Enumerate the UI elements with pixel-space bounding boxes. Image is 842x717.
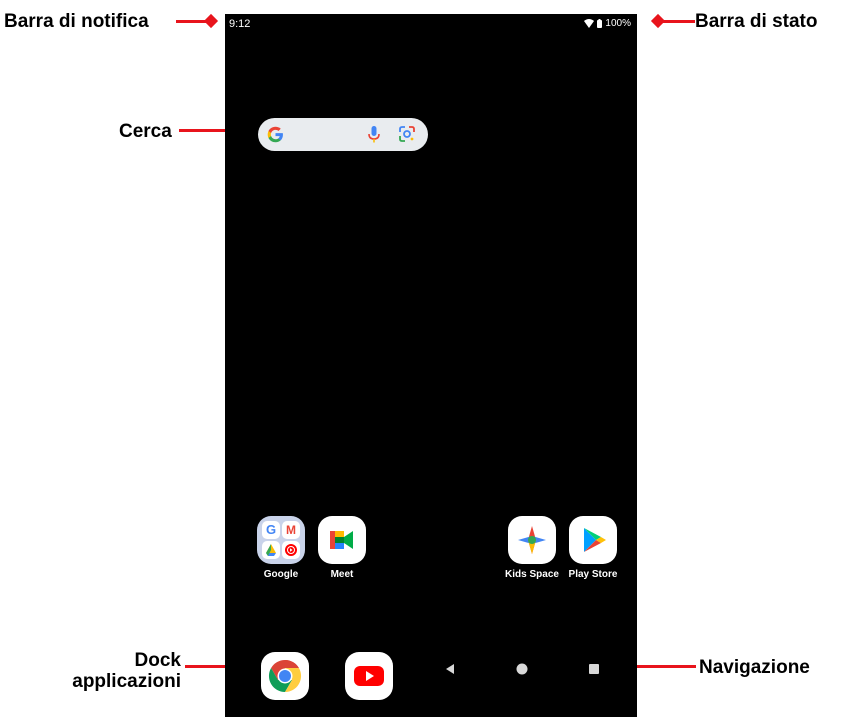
wifi-icon <box>584 19 595 28</box>
back-icon[interactable] <box>444 663 456 675</box>
meet-app[interactable]: Meet <box>307 516 377 580</box>
lens-icon[interactable] <box>399 126 415 142</box>
dock-callout-line2: applicazioni <box>72 671 181 692</box>
home-icon[interactable] <box>516 663 528 675</box>
play-store-label: Play Store <box>568 569 618 580</box>
play-store-icon <box>569 516 617 564</box>
notification-bar-pointer-tip <box>203 13 219 29</box>
youtube-music-icon <box>282 541 300 559</box>
drive-icon <box>262 541 280 559</box>
battery-percentage: 100% <box>605 18 631 29</box>
dock-callout: Dock applicazioni <box>60 650 181 692</box>
meet-label: Meet <box>330 569 354 580</box>
tablet-screen: 9:12 100% G M Google Meet Kids Space Pla… <box>225 14 637 717</box>
status-bar-pointer-tip <box>650 13 666 29</box>
play-store-app[interactable]: Play Store <box>558 516 628 580</box>
google-folder-label: Google <box>263 569 299 580</box>
dock-callout-line1: Dock <box>134 650 181 671</box>
status-bar-callout: Barra di stato <box>695 11 818 32</box>
kids-space-icon <box>508 516 556 564</box>
status-time: 9:12 <box>229 18 251 30</box>
kids-space-label: Kids Space <box>505 569 559 580</box>
search-callout: Cerca <box>119 121 172 142</box>
kids-space-app[interactable]: Kids Space <box>497 516 567 580</box>
navigation-callout: Navigazione <box>699 657 810 678</box>
recents-icon[interactable] <box>589 664 599 674</box>
status-indicators: 100% <box>584 18 631 29</box>
microphone-icon[interactable] <box>368 126 380 143</box>
google-folder[interactable]: G M Google <box>246 516 316 580</box>
search-bar[interactable] <box>258 118 428 151</box>
youtube-icon[interactable] <box>345 652 393 700</box>
notification-bar-callout: Barra di notifica <box>4 11 149 32</box>
google-folder-icon: G M <box>257 516 305 564</box>
meet-icon <box>318 516 366 564</box>
gmail-icon: M <box>282 521 300 539</box>
chrome-icon[interactable] <box>261 652 309 700</box>
google-g-icon <box>267 126 283 143</box>
google-app-icon: G <box>262 521 280 539</box>
battery-icon <box>597 19 603 28</box>
